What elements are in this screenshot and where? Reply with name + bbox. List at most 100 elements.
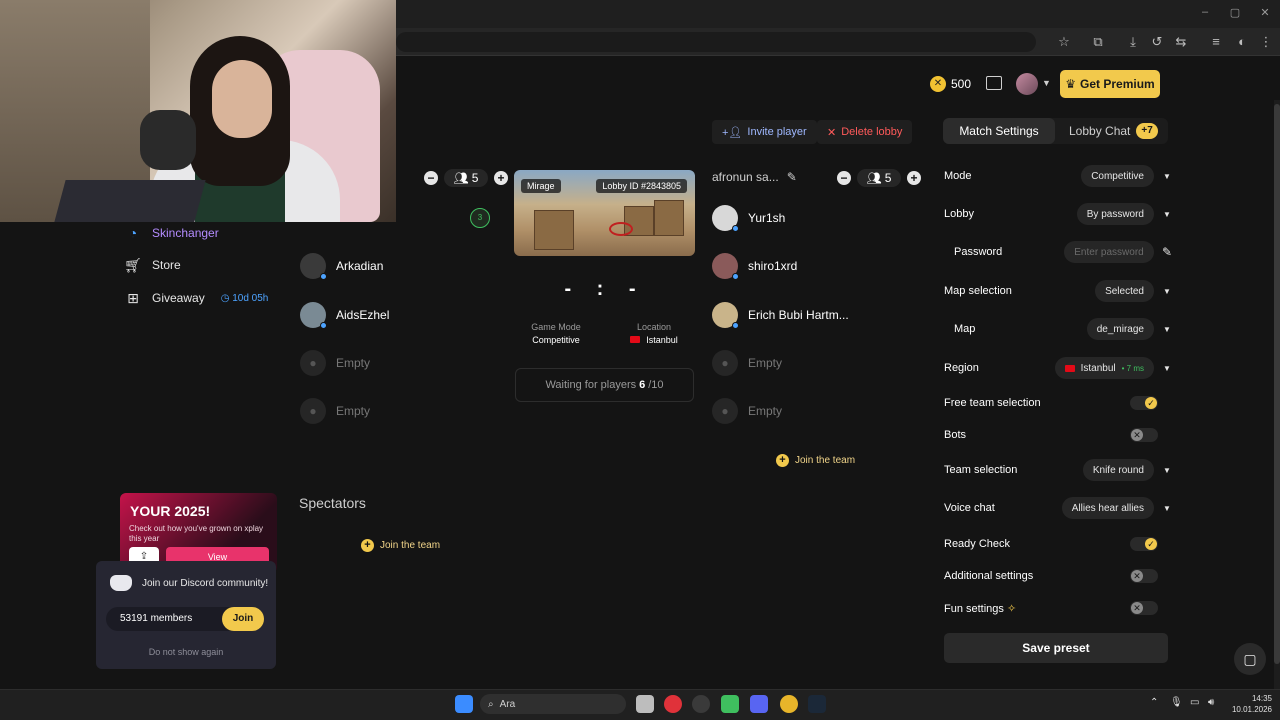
edit-icon[interactable]: ✎ bbox=[787, 170, 797, 184]
cart-icon: 🛒︎ bbox=[124, 256, 142, 273]
add-user-icon: +👤︎ bbox=[722, 126, 743, 139]
close-window-button[interactable]: ✕ bbox=[1256, 6, 1274, 20]
avatar bbox=[712, 205, 739, 232]
add-slot-button[interactable]: + bbox=[907, 171, 921, 185]
discord-text: Join our Discord community! bbox=[142, 577, 269, 589]
chat-badge: +7 bbox=[1136, 123, 1158, 139]
translate-icon[interactable]: ⇆ bbox=[1173, 34, 1189, 50]
list-item[interactable]: Erich Bubi Hartm... bbox=[712, 301, 849, 329]
media-player-icon[interactable] bbox=[721, 695, 739, 713]
file-explorer-icon[interactable] bbox=[636, 695, 654, 713]
menu-icon[interactable]: ⋮ bbox=[1258, 34, 1274, 50]
delete-lobby-button[interactable]: ✕ Delete lobby bbox=[817, 120, 913, 144]
additional-toggle[interactable]: ✕ bbox=[1130, 569, 1158, 583]
empty-slot[interactable]: ● Empty bbox=[300, 397, 370, 425]
voice-chat-select[interactable]: Allies hear allies bbox=[1061, 497, 1154, 519]
download-icon[interactable]: ⤓ bbox=[1125, 34, 1141, 50]
discord-join-button[interactable]: Join bbox=[222, 607, 264, 631]
free-team-toggle[interactable]: ✓ bbox=[1130, 396, 1158, 410]
chevron-down-icon: ▼ bbox=[1163, 209, 1171, 219]
mail-icon[interactable] bbox=[986, 76, 1002, 90]
minimize-button[interactable]: – bbox=[1196, 6, 1214, 20]
coin-icon: ✕ bbox=[930, 76, 946, 92]
x-icon: ✕ bbox=[1131, 602, 1143, 614]
tray-chevron-icon[interactable]: ⌃ bbox=[1150, 697, 1158, 708]
join-spectators-button[interactable]: + Join the team bbox=[361, 536, 440, 554]
taskbar-clock[interactable]: 14:35 10.01.2026 bbox=[1222, 693, 1272, 715]
invite-player-button[interactable]: +👤︎ Invite player bbox=[712, 120, 817, 144]
map-select[interactable]: de_mirage bbox=[1086, 318, 1154, 340]
user-placeholder-icon: ● bbox=[300, 350, 326, 376]
remove-slot-button[interactable]: − bbox=[424, 171, 438, 185]
tab-match-settings[interactable]: Match Settings bbox=[943, 118, 1055, 144]
sidebar-item-skinchanger[interactable]: ◔ Skinchanger bbox=[124, 223, 219, 243]
join-team-button[interactable]: + Join the team bbox=[776, 451, 855, 469]
check-icon: ✓ bbox=[1145, 397, 1157, 409]
app-icon[interactable] bbox=[664, 695, 682, 713]
region-select[interactable]: Istanbul • 7 ms bbox=[1054, 357, 1154, 379]
address-bar[interactable] bbox=[396, 32, 1036, 52]
chevron-down-icon[interactable]: ▼ bbox=[1042, 78, 1051, 88]
extensions-icon[interactable]: ⧉ bbox=[1090, 34, 1106, 50]
bots-toggle[interactable]: ✕ bbox=[1130, 428, 1158, 442]
scrollbar-thumb[interactable] bbox=[1274, 104, 1280, 664]
setting-fun: Fun settings ✧ ✕ bbox=[944, 597, 1172, 619]
chrome-icon[interactable] bbox=[780, 695, 798, 713]
remove-slot-button[interactable]: − bbox=[837, 171, 851, 185]
tab-lobby-chat[interactable]: Lobby Chat +7 bbox=[1069, 118, 1158, 144]
empty-slot[interactable]: ● Empty bbox=[712, 349, 782, 377]
sidebar-item-store[interactable]: 🛒︎ Store bbox=[124, 255, 181, 275]
add-slot-button[interactable]: + bbox=[494, 171, 508, 185]
user-placeholder-icon: ● bbox=[712, 350, 738, 376]
save-preset-button[interactable]: Save preset bbox=[944, 633, 1168, 663]
edit-icon[interactable]: ✎ bbox=[1162, 245, 1172, 259]
turkey-flag-icon bbox=[630, 336, 641, 343]
x-icon: ✕ bbox=[1131, 570, 1143, 582]
search-icon: ⌕ bbox=[488, 698, 494, 710]
volume-icon[interactable]: 🔊︎ bbox=[1208, 697, 1214, 708]
fun-toggle[interactable]: ✕ bbox=[1130, 601, 1158, 615]
avatar bbox=[712, 302, 739, 329]
right-team-name: afronun sa... ✎ bbox=[712, 170, 797, 184]
reading-list-icon[interactable]: ≡ bbox=[1208, 34, 1224, 50]
profile-icon[interactable]: ◐ bbox=[1234, 34, 1250, 50]
list-item[interactable]: Yur1sh bbox=[712, 204, 785, 232]
taskbar-search[interactable]: ⌕ Ara bbox=[480, 694, 626, 714]
history-icon[interactable]: ↺ bbox=[1149, 34, 1165, 50]
list-item[interactable]: AidsEzhel bbox=[300, 301, 389, 329]
microphone-icon[interactable]: 🎙︎ bbox=[1170, 697, 1183, 708]
game-mode-info: Game Mode Competitive bbox=[531, 322, 581, 345]
bookmark-star-icon[interactable]: ☆ bbox=[1056, 34, 1072, 50]
discord-taskbar-icon[interactable] bbox=[750, 695, 768, 713]
ready-check-toggle[interactable]: ✓ bbox=[1130, 537, 1158, 551]
get-premium-button[interactable]: ♛ Get Premium bbox=[1060, 70, 1160, 98]
user-placeholder-icon: ● bbox=[712, 398, 738, 424]
user-avatar[interactable] bbox=[1016, 73, 1038, 95]
check-icon: ✓ bbox=[1145, 538, 1157, 550]
sidebar-item-giveaway[interactable]: ⊞ Giveaway ◷ 10d 05h bbox=[124, 288, 268, 308]
windows-start-icon[interactable] bbox=[455, 695, 473, 713]
empty-slot[interactable]: ● Empty bbox=[712, 397, 782, 425]
list-item[interactable]: shiro1xrd bbox=[712, 252, 797, 280]
setting-bots: Bots ✕ bbox=[944, 424, 1172, 446]
password-input[interactable]: Enter password bbox=[1064, 241, 1154, 263]
app-icon[interactable] bbox=[692, 695, 710, 713]
mode-select[interactable]: Competitive bbox=[1081, 165, 1154, 187]
team-selection-select[interactable]: Knife round bbox=[1082, 459, 1154, 481]
chevron-down-icon: ▼ bbox=[1163, 171, 1171, 181]
giveaway-timer: ◷ 10d 05h bbox=[220, 292, 269, 304]
turkey-flag-icon bbox=[1064, 364, 1075, 372]
webcam-overlay bbox=[0, 0, 396, 222]
waiting-status: Waiting for players 6/10 bbox=[515, 368, 694, 402]
steam-icon[interactable] bbox=[808, 695, 826, 713]
dismiss-link[interactable]: Do not show again bbox=[96, 647, 276, 657]
lobby-select[interactable]: By password bbox=[1076, 203, 1154, 225]
map-selection-select[interactable]: Selected bbox=[1095, 280, 1154, 302]
chat-bubble-icon[interactable]: ▢ bbox=[1234, 643, 1266, 675]
network-icon[interactable]: ▭ bbox=[1190, 697, 1199, 708]
avatar bbox=[300, 253, 327, 280]
list-item[interactable]: Arkadian bbox=[300, 252, 383, 280]
user-placeholder-icon: ● bbox=[300, 398, 326, 424]
maximize-button[interactable]: ▢ bbox=[1226, 6, 1244, 20]
empty-slot[interactable]: ● Empty bbox=[300, 349, 370, 377]
